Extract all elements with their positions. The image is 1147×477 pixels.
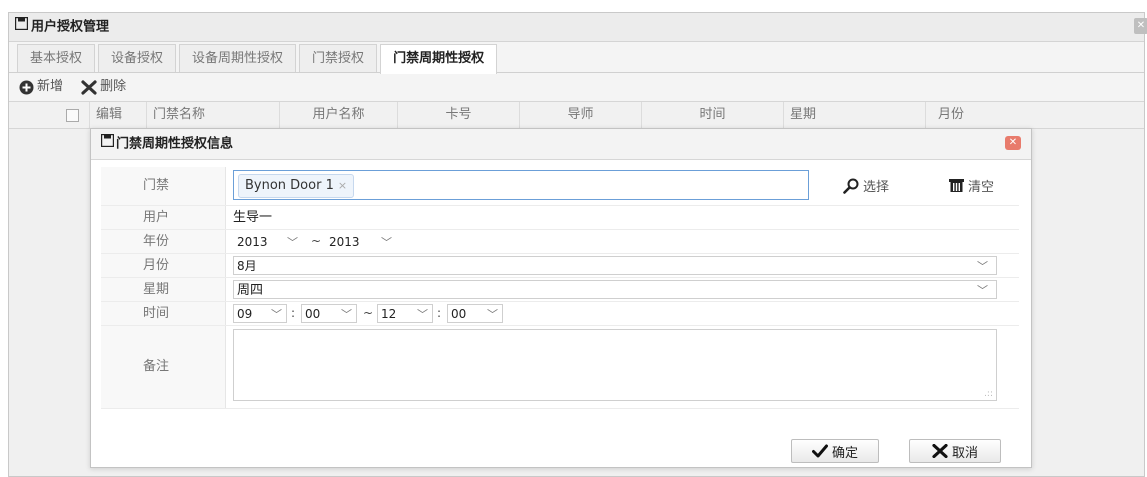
tab-basic-auth[interactable]: 基本授权 bbox=[17, 44, 96, 72]
tab-device-periodic-auth[interactable]: 设备周期性授权 bbox=[179, 44, 297, 72]
delete-label: 删除 bbox=[100, 79, 127, 94]
chevron-down-icon: ﹀ bbox=[341, 308, 352, 321]
weekday-row: 星期 周四 ﹀ bbox=[101, 278, 1019, 302]
end-minute-select[interactable]: 00 ﹀ bbox=[447, 304, 503, 323]
memo-row: 备注 .:: bbox=[101, 326, 1019, 409]
confirm-label: 确定 bbox=[831, 445, 858, 461]
weekday-select[interactable]: 周四 ﹀ bbox=[233, 280, 997, 299]
user-value: 生导一 bbox=[233, 210, 273, 225]
door-tag: Bynon Door 1 × bbox=[238, 174, 355, 198]
col-card-no[interactable]: 卡号 bbox=[397, 102, 519, 128]
chevron-down-icon: ﹀ bbox=[271, 308, 282, 321]
door-row: 门禁 Bynon Door 1 × 选择 清空 bbox=[101, 167, 1019, 206]
door-tag-text: Bynon Door 1 bbox=[245, 178, 334, 193]
year-from-select[interactable]: 2013 ﹀ bbox=[233, 232, 303, 251]
user-row: 用户 生导一 bbox=[101, 206, 1019, 230]
chevron-down-icon: ﹀ bbox=[977, 284, 988, 297]
col-user-name[interactable]: 用户名称 bbox=[279, 102, 397, 128]
resize-grip-icon[interactable]: .:: bbox=[984, 389, 993, 399]
col-month[interactable]: 月份 bbox=[925, 102, 1075, 128]
start-time-colon: : bbox=[291, 306, 296, 320]
grid-header: 编辑 门禁名称 用户名称 卡号 导师 时间 星期 月份 bbox=[9, 101, 1144, 129]
cancel-label: 取消 bbox=[951, 445, 978, 461]
user-label: 用户 bbox=[101, 206, 226, 229]
dialog-close-icon[interactable]: ✕ bbox=[1005, 136, 1021, 150]
time-range-sep: ~ bbox=[363, 306, 374, 320]
year-label: 年份 bbox=[101, 230, 226, 253]
memo-label: 备注 bbox=[101, 326, 226, 408]
plus-circle-icon bbox=[19, 80, 34, 94]
cancel-button[interactable]: 取消 bbox=[909, 439, 1001, 463]
auth-form: 门禁 Bynon Door 1 × 选择 清空 用户 生导一 年份 2013 ﹀… bbox=[101, 167, 1019, 409]
time-label: 时间 bbox=[101, 302, 226, 325]
close-x-icon bbox=[932, 444, 948, 458]
chevron-down-icon: ﹀ bbox=[381, 236, 392, 249]
start-minute-value: 00 bbox=[305, 307, 321, 321]
col-door-name[interactable]: 门禁名称 bbox=[146, 102, 276, 128]
tab-device-auth[interactable]: 设备授权 bbox=[98, 44, 177, 72]
month-select[interactable]: 8月 ﹀ bbox=[233, 256, 997, 275]
col-time[interactable]: 时间 bbox=[641, 102, 783, 128]
end-hour-select[interactable]: 12 ﹀ bbox=[377, 304, 433, 323]
year-from-value: 2013 bbox=[237, 235, 268, 249]
window-title: 用户授权管理 bbox=[31, 19, 110, 35]
chevron-down-icon: ﹀ bbox=[487, 308, 498, 321]
tag-remove-icon[interactable]: × bbox=[338, 179, 347, 192]
weekday-value: 周四 bbox=[237, 283, 264, 298]
col-tutor[interactable]: 导师 bbox=[519, 102, 641, 128]
check-icon bbox=[811, 444, 828, 458]
floppy-icon bbox=[14, 13, 29, 41]
door-label: 门禁 bbox=[101, 167, 226, 205]
delete-x-icon bbox=[81, 79, 97, 95]
add-label: 新增 bbox=[37, 79, 64, 94]
search-icon bbox=[843, 178, 859, 194]
start-hour-select[interactable]: 09 ﹀ bbox=[233, 304, 287, 323]
delete-button[interactable]: 删除 bbox=[81, 73, 126, 101]
toolbar: 新增 删除 bbox=[9, 73, 1144, 101]
add-button[interactable]: 新增 bbox=[19, 73, 63, 101]
trash-icon bbox=[949, 179, 964, 192]
chevron-down-icon: ﹀ bbox=[977, 260, 988, 273]
start-minute-select[interactable]: 00 ﹀ bbox=[301, 304, 357, 323]
col-weekday[interactable]: 星期 bbox=[783, 102, 925, 128]
col-edit[interactable]: 编辑 bbox=[89, 102, 139, 128]
time-row: 时间 09 ﹀ : 00 ﹀ ~ 12 ﹀ : 00 ﹀ bbox=[101, 302, 1019, 326]
confirm-button[interactable]: 确定 bbox=[791, 439, 879, 463]
end-minute-value: 00 bbox=[451, 307, 467, 321]
chevron-down-icon: ﹀ bbox=[417, 308, 428, 321]
door-periodic-auth-dialog: 门禁周期性授权信息 ✕ 门禁 Bynon Door 1 × 选择 清空 用户 生… bbox=[90, 128, 1032, 468]
floppy-icon bbox=[100, 129, 115, 159]
dialog-title-bar: 门禁周期性授权信息 ✕ bbox=[91, 129, 1031, 160]
chevron-down-icon: ﹀ bbox=[287, 236, 298, 249]
door-tag-input[interactable]: Bynon Door 1 × bbox=[233, 170, 809, 200]
start-hour-value: 09 bbox=[237, 307, 253, 321]
tab-door-auth[interactable]: 门禁授权 bbox=[299, 44, 378, 72]
clear-door-button[interactable]: 清空 bbox=[949, 176, 994, 195]
weekday-label: 星期 bbox=[101, 278, 226, 301]
end-hour-value: 12 bbox=[381, 307, 397, 321]
select-all-checkbox[interactable] bbox=[66, 109, 79, 122]
memo-textarea[interactable]: .:: bbox=[233, 329, 997, 401]
select-door-button[interactable]: 选择 bbox=[843, 176, 889, 195]
month-row: 月份 8月 ﹀ bbox=[101, 254, 1019, 278]
tab-door-periodic-auth[interactable]: 门禁周期性授权 bbox=[380, 44, 498, 74]
month-value: 8月 bbox=[237, 259, 257, 273]
year-to-select[interactable]: 2013 ﹀ bbox=[325, 232, 397, 251]
window-title-bar: 用户授权管理 ✕ bbox=[9, 13, 1147, 42]
end-time-colon: : bbox=[437, 306, 442, 320]
year-row: 年份 2013 ﹀ ~ 2013 ﹀ bbox=[101, 230, 1019, 254]
month-label: 月份 bbox=[101, 254, 226, 277]
clear-door-label: 清空 bbox=[968, 180, 995, 195]
select-door-label: 选择 bbox=[863, 180, 890, 195]
year-to-value: 2013 bbox=[329, 235, 360, 249]
tab-bar: 基本授权 设备授权 设备周期性授权 门禁授权 门禁周期性授权 bbox=[9, 42, 1144, 74]
year-range-sep: ~ bbox=[311, 234, 322, 248]
window-close-icon[interactable]: ✕ bbox=[1134, 18, 1147, 34]
dialog-title: 门禁周期性授权信息 bbox=[116, 136, 234, 152]
